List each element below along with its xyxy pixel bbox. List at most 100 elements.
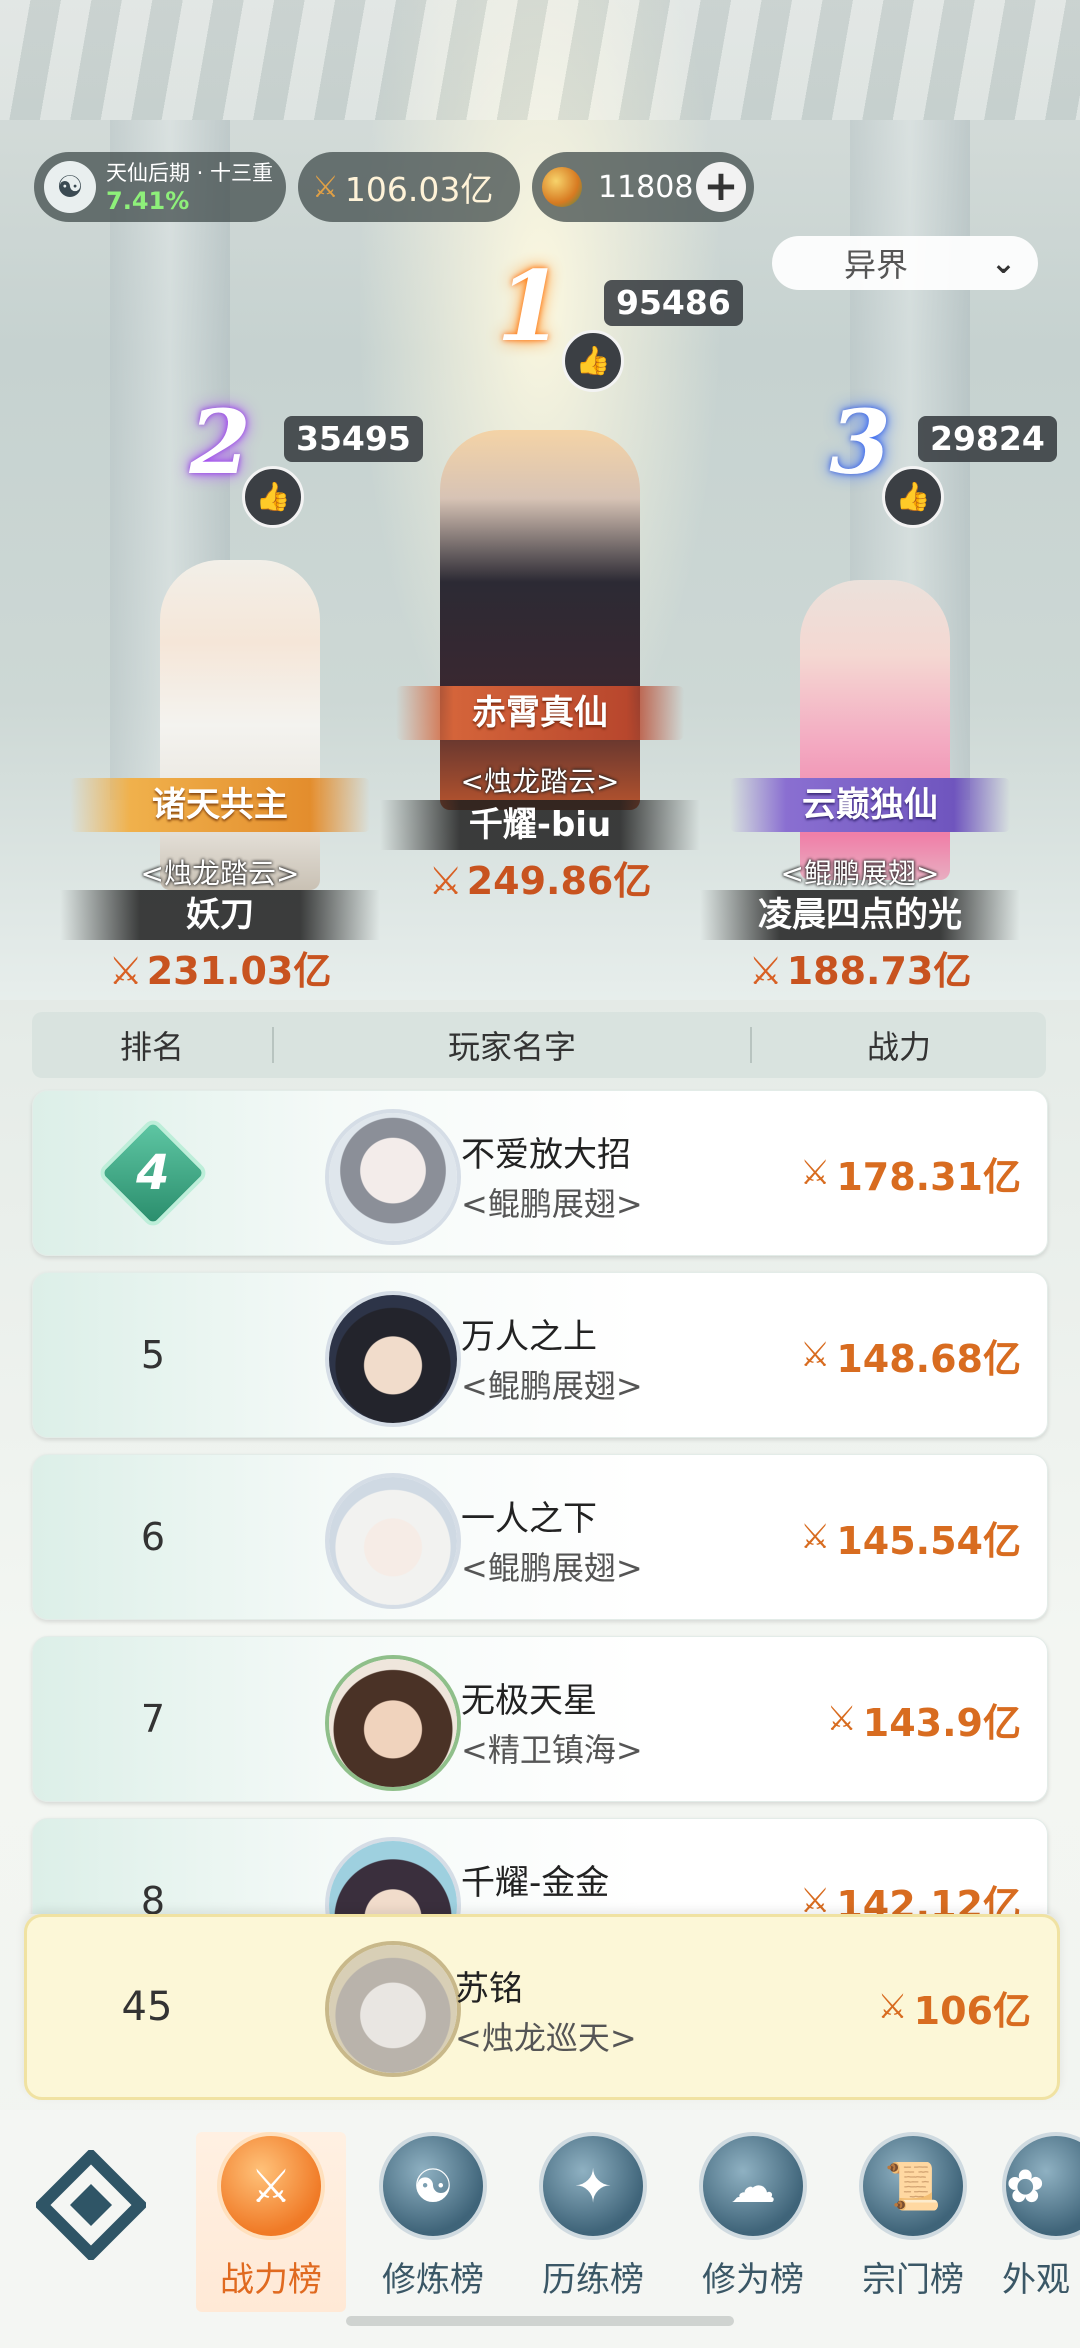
player-name: 万人之上 bbox=[461, 1317, 597, 1357]
spirit-orb-icon bbox=[542, 167, 582, 207]
my-rank: 45 bbox=[121, 1984, 173, 2030]
player-sect: <鲲鹏展翅> bbox=[461, 1549, 643, 1587]
avatar[interactable] bbox=[325, 1473, 461, 1609]
table-row[interactable]: 7 无极天星 <精卫镇海> ⚔ 143.9亿 bbox=[32, 1636, 1048, 1802]
table-row[interactable]: 4 不爱放大招 <鲲鹏展翅> ⚔ 178.31亿 bbox=[32, 1090, 1048, 1256]
star-compass-icon: ✦ bbox=[539, 2132, 647, 2240]
rank-3-sect: <鲲鹏展翅> bbox=[780, 857, 940, 890]
rank-4-badge: 4 bbox=[96, 1116, 210, 1230]
avatar[interactable] bbox=[325, 1655, 461, 1791]
player-sect: <鲲鹏展翅> bbox=[461, 1185, 643, 1223]
rank-3-power: ⚔ 188.73亿 bbox=[748, 949, 972, 993]
header-power: 战力 bbox=[866, 1028, 931, 1066]
scroll-icon: 📜 bbox=[859, 2132, 967, 2240]
player-name: 无极天星 bbox=[461, 1681, 597, 1721]
player-name: 千耀-金金 bbox=[461, 1863, 610, 1903]
player-name: 一人之下 bbox=[461, 1499, 597, 1539]
avatar[interactable] bbox=[325, 1837, 461, 1914]
my-name: 苏铭 bbox=[455, 1969, 523, 2009]
leaderboard-podium: ☯ 天仙后期 · 十三重 7.41% ⚔ 106.03亿 11808 + 异界 … bbox=[0, 0, 1080, 1000]
realm-progress: 7.41% bbox=[106, 187, 190, 215]
my-avatar[interactable] bbox=[325, 1941, 461, 2077]
player-power: ⚔ 178.31亿 bbox=[799, 1153, 1021, 1199]
player-sect: <精卫镇海> bbox=[461, 1731, 643, 1769]
table-row-clip: 8 千耀-金金 ⚔ 142.12亿 bbox=[0, 1814, 1080, 1914]
crossed-swords-icon: ⚔ bbox=[312, 169, 339, 205]
player-power: ⚔ 145.54亿 bbox=[799, 1517, 1021, 1563]
crossed-swords-icon: ⚔ bbox=[799, 1517, 831, 1557]
chevron-down-icon: ⌄ bbox=[990, 245, 1016, 281]
server-select-label: 异界 bbox=[844, 246, 909, 284]
tab-label: 修炼榜 bbox=[382, 2260, 484, 2300]
ceiling-beams bbox=[0, 0, 1080, 120]
my-rank-row[interactable]: 45 苏铭 <烛龙巡天> ⚔ 106亿 bbox=[24, 1914, 1060, 2100]
rank-cell: 4 bbox=[33, 1091, 273, 1255]
power-value: 106.03亿 bbox=[344, 170, 494, 209]
rank-2-character[interactable] bbox=[160, 560, 320, 890]
tab-power-ranking[interactable]: ⚔ 战力榜 bbox=[196, 2132, 346, 2312]
rank-2-like-button[interactable]: 👍 bbox=[242, 466, 304, 528]
rank-2-power: ⚔ 231.03亿 bbox=[108, 949, 332, 993]
rank-1-power: ⚔ 249.86亿 bbox=[428, 859, 652, 903]
rank-3-name: 凌晨四点的光 bbox=[700, 890, 1020, 940]
power-status: ⚔ 106.03亿 bbox=[298, 152, 520, 222]
rank-3-title: 云巅独仙 bbox=[730, 778, 1010, 832]
menu-diamond-icon[interactable] bbox=[36, 2150, 146, 2260]
crossed-swords-icon: ⚔ bbox=[826, 1699, 857, 1739]
tab-label: 历练榜 bbox=[542, 2260, 644, 2300]
rank-2-sect: <烛龙踏云> bbox=[140, 857, 300, 890]
spirit-currency: 11808 + bbox=[532, 152, 754, 222]
tab-outfit-ranking[interactable]: ✿ 外观 bbox=[998, 2132, 1080, 2312]
header-player-name: 玩家名字 bbox=[447, 1028, 576, 1066]
tab-cultivation-ranking[interactable]: ☯ 修炼榜 bbox=[358, 2132, 508, 2312]
table-row[interactable]: 8 千耀-金金 ⚔ 142.12亿 bbox=[32, 1818, 1048, 1914]
realm-stage: 天仙后期 · 十三重 bbox=[106, 161, 274, 185]
tab-label: 修为榜 bbox=[702, 2260, 804, 2300]
tab-label: 战力榜 bbox=[220, 2260, 322, 2300]
rank-2-title: 诸天共主 bbox=[70, 778, 370, 832]
rank-cell: 5 bbox=[140, 1333, 166, 1377]
avatar[interactable] bbox=[325, 1291, 461, 1427]
crossed-swords-icon: ⚔ bbox=[877, 1987, 908, 2027]
crossed-swords-icon: ⚔ bbox=[428, 859, 463, 903]
rank-cell: 6 bbox=[140, 1515, 166, 1559]
table-row[interactable]: 6 一人之下 <鲲鹏展翅> ⚔ 145.54亿 bbox=[32, 1454, 1048, 1620]
player-power: ⚔ 148.68亿 bbox=[799, 1335, 1021, 1381]
tab-realm-ranking[interactable]: ☁ 修为榜 bbox=[678, 2132, 828, 2312]
rank-3-character[interactable] bbox=[800, 580, 950, 880]
server-select[interactable]: 异界 ⌄ bbox=[772, 236, 1038, 290]
bottom-nav: ⚔ 战力榜 ☯ 修炼榜 ✦ 历练榜 ☁ 修为榜 📜 宗门榜 ✿ 外观 bbox=[0, 2110, 1080, 2348]
crossed-swords-icon: ⚔ bbox=[217, 2132, 325, 2240]
rank-cell: 7 bbox=[140, 1697, 166, 1741]
player-power: ⚔ 143.9亿 bbox=[826, 1699, 1021, 1745]
rank-1-sect: <烛龙踏云> bbox=[460, 765, 620, 798]
header-rank: 排名 bbox=[119, 1028, 184, 1066]
avatar[interactable] bbox=[325, 1109, 461, 1245]
yin-yang-icon: ☯ bbox=[379, 2132, 487, 2240]
home-indicator[interactable] bbox=[346, 2316, 734, 2326]
tab-training-ranking[interactable]: ✦ 历练榜 bbox=[518, 2132, 668, 2312]
rank-3-like-count: 29824 bbox=[918, 416, 1057, 462]
crossed-swords-icon: ⚔ bbox=[799, 1881, 831, 1914]
rank-1-like-count: 95486 bbox=[604, 280, 743, 326]
realm-status[interactable]: ☯ 天仙后期 · 十三重 7.41% bbox=[34, 152, 286, 222]
rank-2-name: 妖刀 bbox=[60, 890, 380, 940]
tab-sect-ranking[interactable]: 📜 宗门榜 bbox=[838, 2132, 988, 2312]
crossed-swords-icon: ⚔ bbox=[799, 1153, 831, 1193]
crossed-swords-icon: ⚔ bbox=[748, 949, 783, 993]
cultivator-avatar-icon: ☯ bbox=[44, 161, 96, 213]
meditation-icon: ☁ bbox=[699, 2132, 807, 2240]
rank-3-like-button[interactable]: 👍 bbox=[882, 466, 944, 528]
tab-label: 宗门榜 bbox=[862, 2260, 964, 2300]
player-sect: <鲲鹏展翅> bbox=[461, 1367, 643, 1405]
my-sect: <烛龙巡天> bbox=[455, 2019, 637, 2057]
crossed-swords-icon: ⚔ bbox=[799, 1335, 831, 1375]
table-row[interactable]: 5 万人之上 <鲲鹏展翅> ⚔ 148.68亿 bbox=[32, 1272, 1048, 1438]
tab-label: 外观 bbox=[1002, 2260, 1070, 2300]
player-power: ⚔ 142.12亿 bbox=[800, 1819, 1021, 1914]
outfit-icon: ✿ bbox=[1002, 2132, 1080, 2240]
rank-1-like-button[interactable]: 👍 bbox=[562, 330, 624, 392]
rank-1-character[interactable] bbox=[440, 430, 640, 810]
add-currency-button[interactable]: + bbox=[696, 162, 746, 212]
rank-1-title: 赤霄真仙 bbox=[396, 686, 684, 740]
